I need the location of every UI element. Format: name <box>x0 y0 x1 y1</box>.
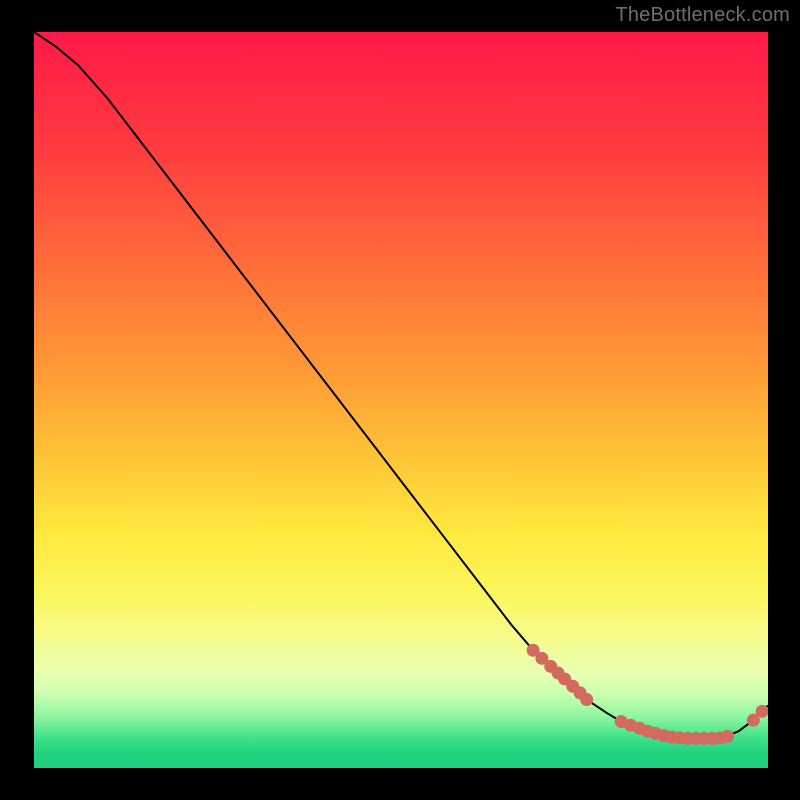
plot-area <box>34 32 768 768</box>
data-markers <box>527 644 768 745</box>
data-marker <box>721 730 734 743</box>
data-line <box>34 32 768 739</box>
attribution-text: TheBottleneck.com <box>615 4 790 27</box>
chart-svg <box>34 32 768 768</box>
data-marker <box>580 693 593 706</box>
chart-stage: TheBottleneck.com <box>0 0 800 800</box>
